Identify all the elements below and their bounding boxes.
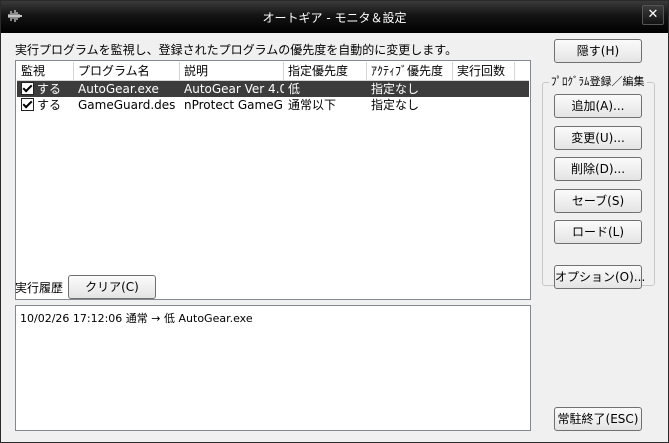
options-button[interactable]: オプション(O)... xyxy=(554,265,645,289)
list-header: 監視 プログラム名 説明 指定優先度 ｱｸﾃｨﾌﾞ優先度 実行回数 xyxy=(17,62,529,81)
edit-button[interactable]: 変更(U)... xyxy=(554,126,642,150)
table-row[interactable]: する GameGuard.des nProtect GameG... 通常以下 … xyxy=(17,97,529,113)
table-row[interactable]: する AutoGear.exe AutoGear Ver 4.0 低 指定なし xyxy=(17,81,529,97)
monitor-cell: する xyxy=(17,97,74,113)
count-cell xyxy=(453,97,515,113)
program-list[interactable]: 監視 プログラム名 説明 指定優先度 ｱｸﾃｨﾌﾞ優先度 実行回数 する Aut… xyxy=(15,60,531,300)
description-cell: nProtect GameG... xyxy=(184,98,284,112)
active-priority-cell: 指定なし xyxy=(371,98,420,112)
column-header-program[interactable]: プログラム名 xyxy=(74,62,180,80)
program-cell: AutoGear.exe xyxy=(78,82,159,96)
load-button[interactable]: ロード(L) xyxy=(554,220,642,244)
column-header-monitor[interactable]: 監視 xyxy=(17,62,74,80)
column-header-priority[interactable]: 指定優先度 xyxy=(284,62,367,80)
monitor-cell: する xyxy=(17,81,74,97)
checkbox-checked-icon[interactable] xyxy=(21,82,34,95)
priority-cell: 低 xyxy=(288,82,301,96)
save-button[interactable]: セーブ(S) xyxy=(554,189,642,213)
description-cell: AutoGear Ver 4.0 xyxy=(184,82,284,96)
count-cell xyxy=(453,81,515,97)
program-cell: GameGuard.des xyxy=(78,98,176,112)
exit-resident-button[interactable]: 常駐終了(ESC) xyxy=(554,407,642,431)
column-header-count[interactable]: 実行回数 xyxy=(453,62,515,80)
column-header-description[interactable]: 説明 xyxy=(180,62,284,80)
active-priority-cell: 指定なし xyxy=(371,82,420,96)
description-text: 実行プログラムを監視し、登録されたプログラムの優先度を自動的に変更します。 xyxy=(15,43,458,57)
client-area: 実行プログラムを監視し、登録されたプログラムの優先度を自動的に変更します。 監視… xyxy=(6,33,663,437)
column-header-active-priority[interactable]: ｱｸﾃｨﾌﾞ優先度 xyxy=(367,62,453,80)
window-title: オートギア - モニタ＆設定 xyxy=(262,11,407,25)
close-button[interactable]: ✕ xyxy=(642,5,664,25)
app-window: オートギア - モニタ＆設定 ✕ 実行プログラムを監視し、登録されたプログラムの… xyxy=(0,0,669,443)
priority-cell: 通常以下 xyxy=(288,98,337,112)
title-bar[interactable]: オートギア - モニタ＆設定 ✕ xyxy=(1,1,668,33)
history-entry: 10/02/26 17:12:06 通常 → 低 AutoGear.exe xyxy=(20,312,253,325)
checkbox-checked-icon[interactable] xyxy=(21,98,34,111)
history-label: 実行履歴 xyxy=(15,281,64,295)
group-label: ﾌﾟﾛｸﾞﾗﾑ登録／編集 xyxy=(549,73,647,89)
hide-button[interactable]: 隠す(H) xyxy=(554,39,642,63)
delete-button[interactable]: 削除(D)... xyxy=(554,157,642,181)
history-log[interactable]: 10/02/26 17:12:06 通常 → 低 AutoGear.exe xyxy=(15,305,531,431)
add-button[interactable]: 追加(A)... xyxy=(554,94,642,118)
clear-button[interactable]: クリア(C) xyxy=(68,275,156,299)
